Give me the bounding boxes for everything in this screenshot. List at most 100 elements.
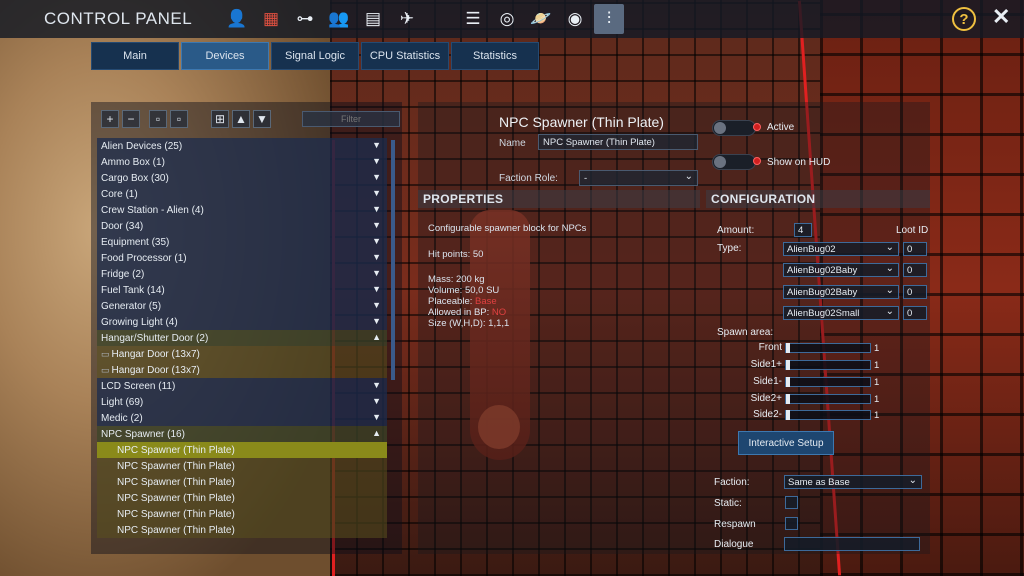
static-checkbox[interactable] <box>785 496 798 509</box>
device-row[interactable]: NPC Spawner (Thin Plate) <box>97 522 387 538</box>
vehicle-icon[interactable]: ✈ <box>392 4 422 34</box>
chevron-down-icon[interactable]: ▼ <box>372 204 381 214</box>
device-group-row[interactable]: Food Processor (1) ▼ <box>97 250 387 266</box>
device-group-row[interactable]: Fridge (2) ▼ <box>97 266 387 282</box>
slider-thumb[interactable] <box>786 377 790 387</box>
slider-thumb[interactable] <box>786 394 790 404</box>
chevron-down-icon[interactable]: ▼ <box>372 300 381 310</box>
device-group-row[interactable]: Light (69) ▼ <box>97 394 387 410</box>
paste-icon[interactable]: ▫ <box>170 110 188 128</box>
remove-icon[interactable]: − <box>122 110 140 128</box>
type-select-3[interactable]: AlienBug02Baby ⌄ <box>783 285 899 299</box>
loot-id-input-2[interactable]: 0 <box>903 263 927 277</box>
compass-icon[interactable]: ◎ <box>492 4 522 34</box>
device-group-row[interactable]: Fuel Tank (14) ▼ <box>97 282 387 298</box>
device-group-row[interactable]: Equipment (35) ▼ <box>97 234 387 250</box>
settings-sliders-icon[interactable]: ⫶ <box>594 4 624 34</box>
device-row-label: Growing Light (4) <box>101 316 178 328</box>
loot-id-input-1[interactable]: 0 <box>903 242 927 256</box>
chevron-down-icon[interactable]: ▼ <box>372 284 381 294</box>
dialogue-input[interactable] <box>784 537 920 551</box>
loot-id-input-4[interactable]: 0 <box>903 306 927 320</box>
type-select-4[interactable]: AlienBug02Small ⌄ <box>783 306 899 320</box>
spawn-side1minus-slider[interactable] <box>785 377 871 387</box>
log-icon[interactable]: ▤ <box>358 4 388 34</box>
device-list-scrollbar[interactable] <box>391 140 395 380</box>
device-detail-panel: NPC Spawner (Thin Plate) Name NPC Spawne… <box>418 102 930 554</box>
respawn-checkbox[interactable] <box>785 517 798 530</box>
show-on-hud-toggle[interactable] <box>712 154 756 170</box>
name-input[interactable]: NPC Spawner (Thin Plate) <box>538 134 698 150</box>
device-group-row[interactable]: Door (34) ▼ <box>97 218 387 234</box>
device-group-row[interactable]: Core (1) ▼ <box>97 186 387 202</box>
chevron-down-icon[interactable]: ▼ <box>372 252 381 262</box>
chevron-up-icon[interactable]: ▲ <box>372 332 381 342</box>
slider-thumb[interactable] <box>786 343 790 353</box>
interactive-setup-button[interactable]: Interactive Setup <box>738 431 834 455</box>
add-icon[interactable]: + <box>101 110 119 128</box>
spawn-area-label: Spawn area: <box>717 327 774 338</box>
device-group-row[interactable]: Hangar/Shutter Door (2) ▲ <box>97 330 387 346</box>
device-row[interactable]: ▭ Hangar Door (13x7) <box>97 362 387 378</box>
spawn-side2minus-slider[interactable] <box>785 410 871 420</box>
filter-input[interactable] <box>302 111 400 127</box>
device-group-row[interactable]: NPC Spawner (16) ▲ <box>97 426 387 442</box>
device-group-row[interactable]: Medic (2) ▼ <box>97 410 387 426</box>
planet-icon[interactable]: 🪐 <box>526 4 556 34</box>
chevron-up-icon[interactable]: ▲ <box>372 428 381 438</box>
type-select-1[interactable]: AlienBug02 ⌄ <box>783 242 899 256</box>
amount-input[interactable]: 4 <box>794 223 812 237</box>
chevron-down-icon[interactable]: ▼ <box>372 220 381 230</box>
device-row[interactable]: NPC Spawner (Thin Plate) <box>97 474 387 490</box>
device-group-row[interactable]: Alien Devices (25) ▼ <box>97 138 387 154</box>
slider-thumb[interactable] <box>786 360 790 370</box>
spawn-side1plus-slider[interactable] <box>785 360 871 370</box>
device-group-row[interactable]: Ammo Box (1) ▼ <box>97 154 387 170</box>
device-row[interactable]: NPC Spawner (Thin Plate) <box>97 442 387 458</box>
tab-statistics[interactable]: Statistics <box>451 42 539 70</box>
chevron-down-icon[interactable]: ▼ <box>372 156 381 166</box>
active-toggle[interactable] <box>712 120 756 136</box>
list-icon[interactable]: ☰ <box>458 4 488 34</box>
move-up-icon[interactable]: ▲ <box>232 110 250 128</box>
spawn-front-slider[interactable] <box>785 343 871 353</box>
chevron-down-icon[interactable]: ▼ <box>372 188 381 198</box>
device-group-row[interactable]: LCD Screen (11) ▼ <box>97 378 387 394</box>
chevron-down-icon[interactable]: ▼ <box>372 396 381 406</box>
hierarchy-icon[interactable]: ⊞ <box>211 110 229 128</box>
slider-thumb[interactable] <box>786 410 790 420</box>
user-icon[interactable]: 👤 <box>222 4 252 34</box>
chevron-down-icon[interactable]: ▼ <box>372 236 381 246</box>
device-group-row[interactable]: Cargo Box (30) ▼ <box>97 170 387 186</box>
move-down-icon[interactable]: ▼ <box>253 110 271 128</box>
device-group-row[interactable]: Growing Light (4) ▼ <box>97 314 387 330</box>
chevron-down-icon[interactable]: ▼ <box>372 412 381 422</box>
tab-main[interactable]: Main <box>91 42 179 70</box>
tab-cpu-statistics[interactable]: CPU Statistics <box>361 42 449 70</box>
players-icon[interactable]: 👥 <box>324 4 354 34</box>
chevron-down-icon[interactable]: ▼ <box>372 380 381 390</box>
copy-icon[interactable]: ▫ <box>149 110 167 128</box>
faction-select[interactable]: Same as Base ⌄ <box>784 475 922 489</box>
help-button[interactable]: ? <box>952 7 976 31</box>
galaxy-icon[interactable]: ◉ <box>560 4 590 34</box>
type-select-2[interactable]: AlienBug02Baby ⌄ <box>783 263 899 277</box>
faction-role-select[interactable]: - ⌄ <box>579 170 698 186</box>
tab-devices[interactable]: Devices <box>181 42 269 70</box>
faction-tree-icon[interactable]: ▦ <box>256 4 286 34</box>
chevron-down-icon[interactable]: ▼ <box>372 316 381 326</box>
signal-tree-icon[interactable]: ⊶ <box>290 4 320 34</box>
chevron-down-icon[interactable]: ▼ <box>372 140 381 150</box>
chevron-down-icon[interactable]: ▼ <box>372 268 381 278</box>
tab-signal-logic[interactable]: Signal Logic <box>271 42 359 70</box>
spawn-side2plus-slider[interactable] <box>785 394 871 404</box>
device-group-row[interactable]: Generator (5) ▼ <box>97 298 387 314</box>
device-row[interactable]: ▭ Hangar Door (13x7) <box>97 346 387 362</box>
close-button[interactable]: ✕ <box>992 4 1010 30</box>
loot-id-input-3[interactable]: 0 <box>903 285 927 299</box>
device-row[interactable]: NPC Spawner (Thin Plate) <box>97 506 387 522</box>
device-row[interactable]: NPC Spawner (Thin Plate) <box>97 490 387 506</box>
chevron-down-icon[interactable]: ▼ <box>372 172 381 182</box>
device-group-row[interactable]: Crew Station - Alien (4) ▼ <box>97 202 387 218</box>
device-row[interactable]: NPC Spawner (Thin Plate) <box>97 458 387 474</box>
